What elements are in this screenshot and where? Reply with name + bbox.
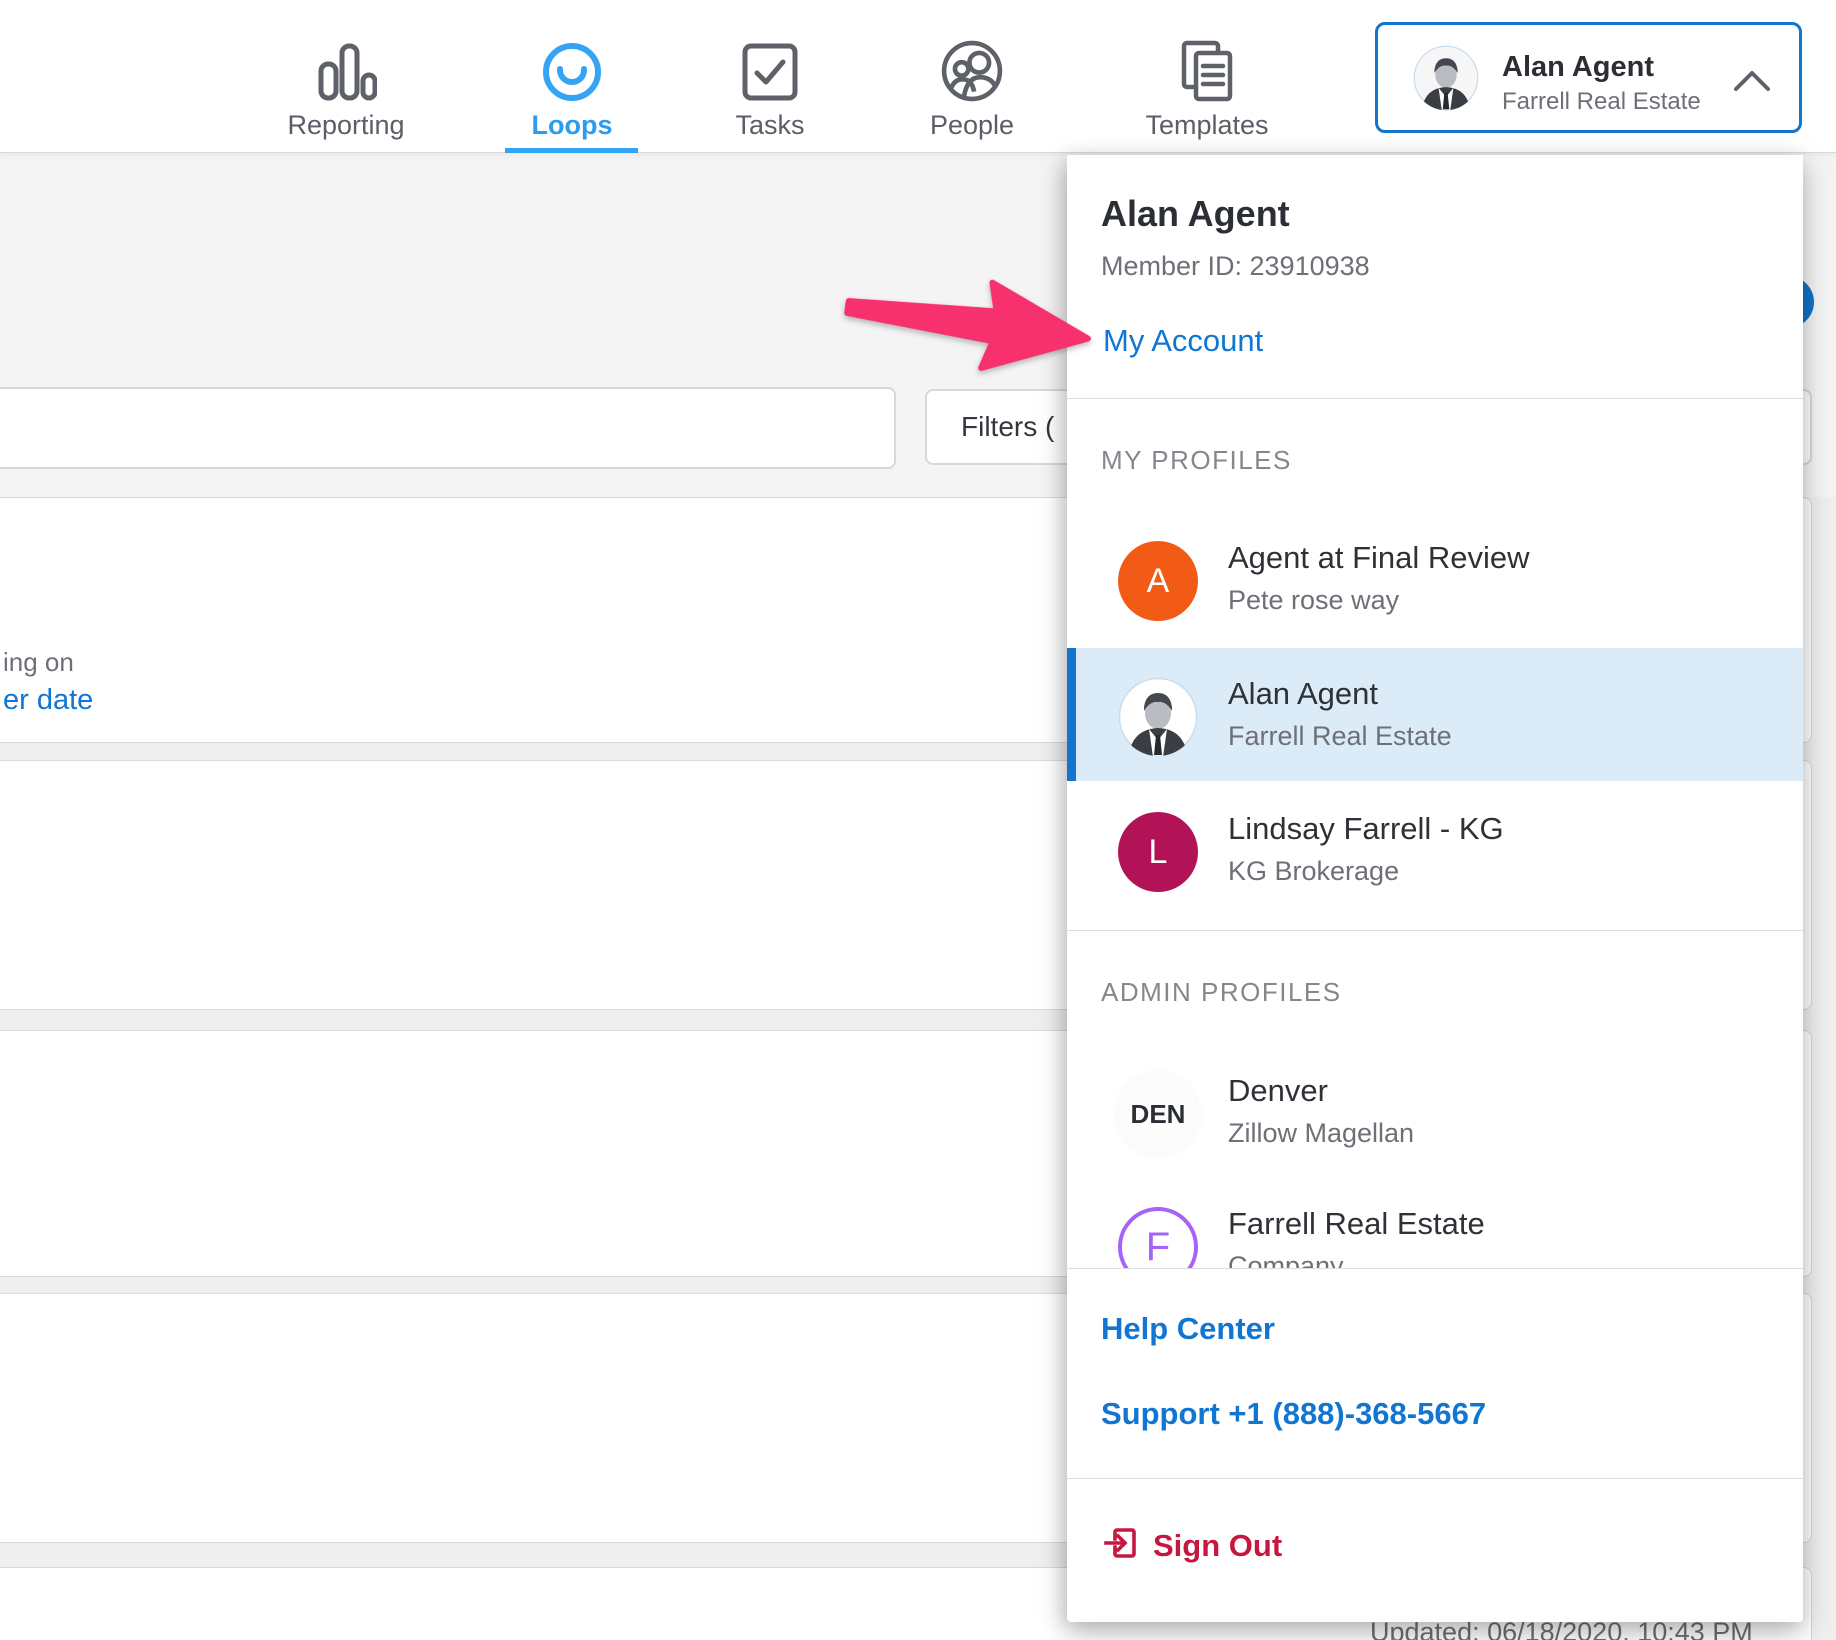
support-phone-link[interactable]: Support +1 (888)-368-5667	[1101, 1396, 1486, 1432]
profile-subtitle: Zillow Magellan	[1228, 1118, 1414, 1149]
nav-label: Reporting	[261, 110, 431, 141]
search-input[interactable]	[0, 387, 896, 469]
active-tab-underline	[505, 148, 638, 153]
clipped-text: ing on	[3, 647, 74, 678]
loop-smile-icon	[487, 40, 657, 102]
section-my-profiles: MY PROFILES	[1101, 445, 1292, 476]
profile-subtitle: Farrell Real Estate	[1228, 721, 1452, 752]
profile-name: Alan Agent	[1502, 51, 1654, 84]
divider	[1067, 1268, 1803, 1269]
nav-label: Loops	[487, 110, 657, 141]
templates-icon	[1122, 40, 1292, 102]
tab-tasks[interactable]: Tasks	[685, 40, 855, 141]
bar-chart-icon	[261, 40, 431, 102]
tab-reporting[interactable]: Reporting	[261, 40, 431, 141]
profile-subtitle: Pete rose way	[1228, 585, 1399, 616]
divider	[1067, 1478, 1803, 1479]
sign-out-label: Sign Out	[1153, 1528, 1282, 1564]
profile-title: Denver	[1228, 1073, 1328, 1109]
avatar-initial: L	[1118, 812, 1198, 892]
tab-templates[interactable]: Templates	[1122, 40, 1292, 141]
avatar-initial: A	[1118, 541, 1198, 621]
sign-out-icon	[1103, 1525, 1139, 1566]
section-admin-profiles: ADMIN PROFILES	[1101, 977, 1342, 1008]
clipped-date-link[interactable]: er date	[3, 684, 93, 717]
tab-loops[interactable]: Loops	[487, 40, 657, 141]
avatar-initials-den: DEN	[1118, 1074, 1198, 1154]
divider	[1067, 930, 1803, 931]
chevron-up-icon	[1730, 65, 1774, 102]
profile-title: Farrell Real Estate	[1228, 1206, 1485, 1242]
profile-title: Agent at Final Review	[1228, 540, 1530, 576]
app-window: ing on er date Filters ( Updated: 06/18/…	[0, 0, 1836, 1640]
account-dropdown: Alan Agent Member ID: 23910938 My Accoun…	[1067, 155, 1803, 1622]
nav-label: Templates	[1122, 110, 1292, 141]
profile-title: Lindsay Farrell - KG	[1228, 811, 1504, 847]
photo-avatar	[1118, 677, 1198, 757]
help-center-link[interactable]: Help Center	[1101, 1311, 1275, 1347]
user-avatar	[1413, 45, 1479, 111]
profile-menu-button[interactable]: Alan Agent Farrell Real Estate	[1375, 22, 1802, 133]
profile-title: Alan Agent	[1228, 676, 1378, 712]
checkbox-icon	[685, 40, 855, 102]
profile-subtitle: Company	[1228, 1251, 1344, 1268]
dropdown-user-name: Alan Agent	[1101, 193, 1290, 235]
tab-people[interactable]: People	[887, 40, 1057, 141]
profile-company: Farrell Real Estate	[1502, 88, 1701, 116]
nav-label: Tasks	[685, 110, 855, 141]
profiles-list: MY PROFILES A Agent at Final Review Pete…	[1067, 399, 1803, 1268]
nav-label: People	[887, 110, 1057, 141]
people-icon	[887, 40, 1057, 102]
sign-out-button[interactable]: Sign Out	[1103, 1525, 1282, 1566]
profile-subtitle: KG Brokerage	[1228, 856, 1399, 887]
my-account-link[interactable]: My Account	[1103, 323, 1263, 359]
member-id: Member ID: 23910938	[1101, 251, 1370, 282]
